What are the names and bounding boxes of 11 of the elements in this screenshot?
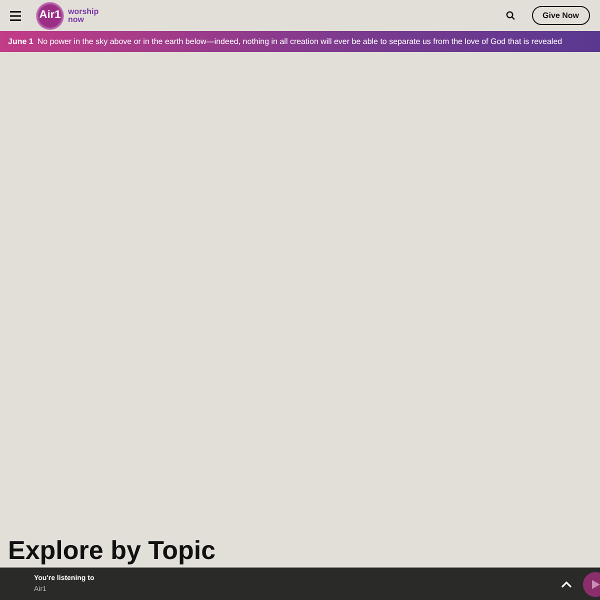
logo-mark: Air1 <box>36 2 64 30</box>
search-icon[interactable] <box>506 11 515 20</box>
menu-icon[interactable] <box>10 10 21 20</box>
expand-icon[interactable] <box>561 580 572 588</box>
verse-text: No power in the sky above or in the earth below—indeed, nothing in all creation will ever be able to separate us from the love of God that is revealed <box>37 36 562 48</box>
logo-tagline-2: now <box>68 16 84 24</box>
logo-tagline: worship <box>68 8 99 16</box>
verse-date: June 1 <box>8 36 34 48</box>
section-heading: Explore by Topic <box>7 536 217 564</box>
give-now-button[interactable]: Give Now <box>532 6 590 25</box>
play-icon <box>592 580 600 588</box>
